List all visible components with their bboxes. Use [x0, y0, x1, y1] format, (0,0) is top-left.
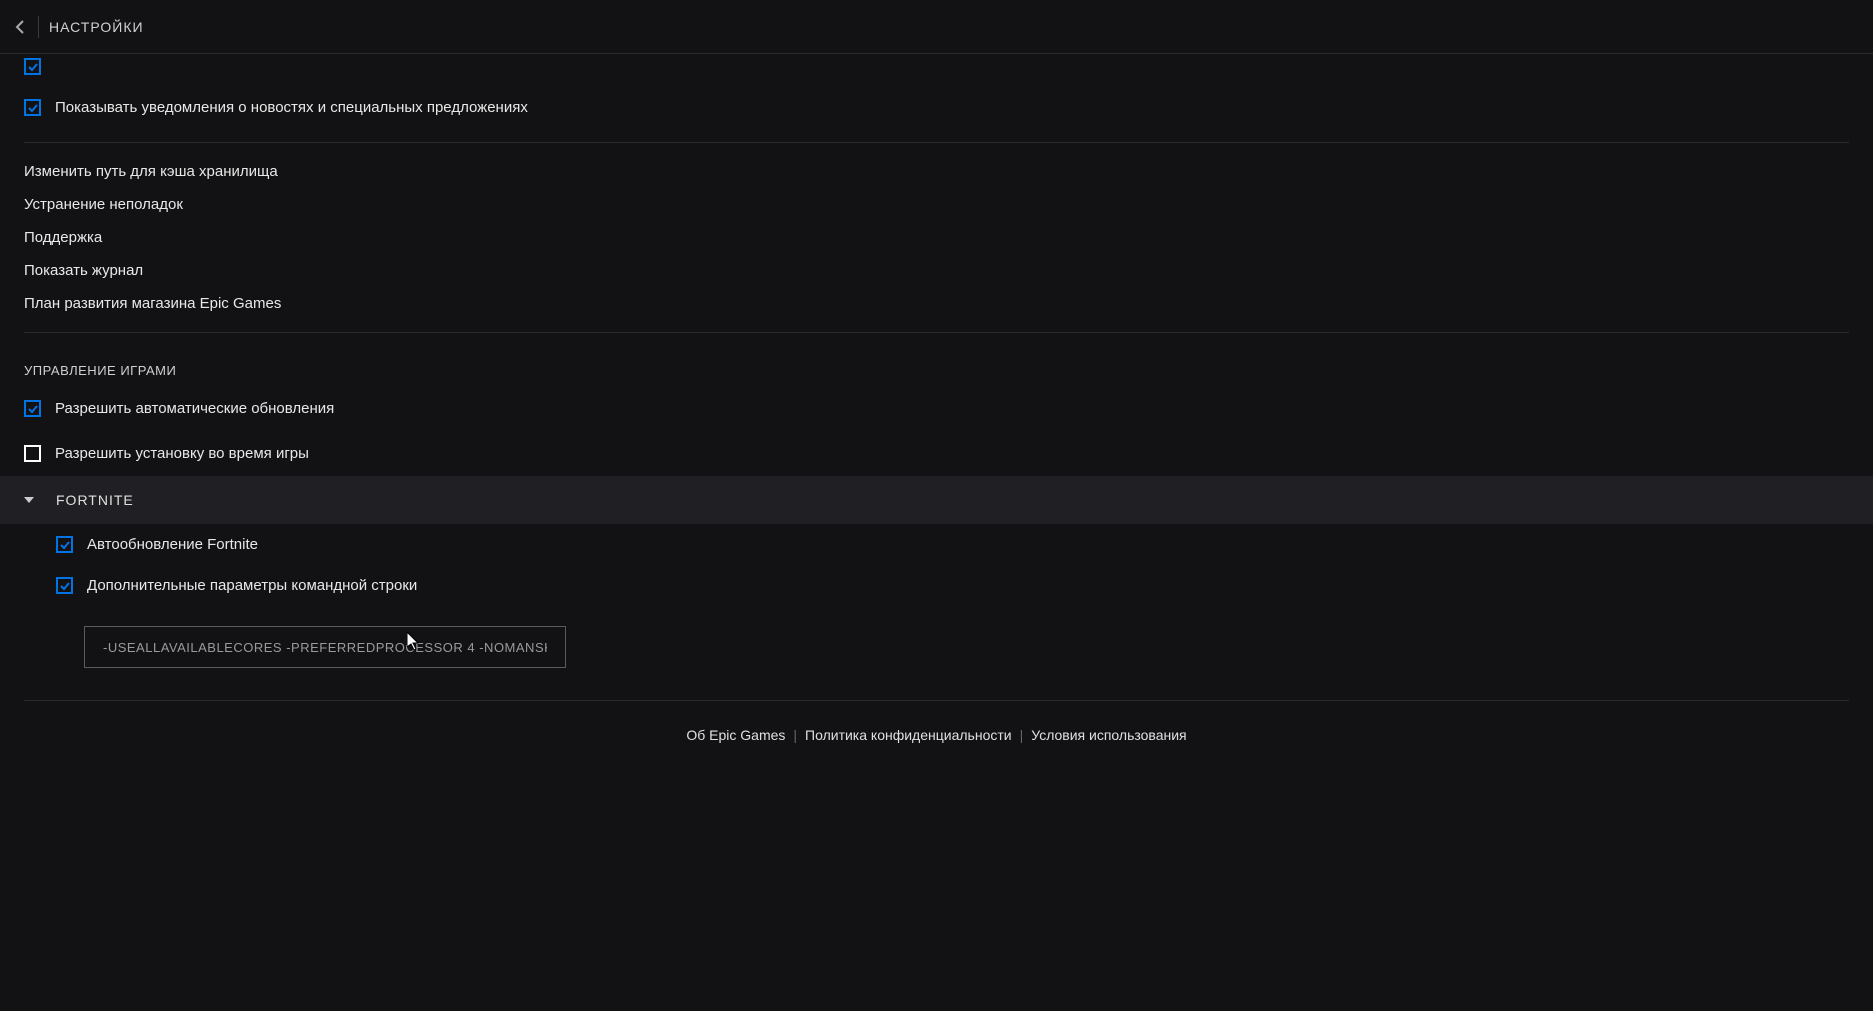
partial-cut-row: [0, 54, 1873, 85]
chevron-left-icon: [15, 19, 25, 35]
checkbox-fortnite-cmdline[interactable]: [56, 577, 73, 594]
divider: [24, 142, 1849, 143]
cmdline-input-wrap: [0, 606, 1873, 688]
label-fortnite-cmdline: Дополнительные параметры командной строк…: [87, 575, 417, 596]
footer-terms[interactable]: Условия использования: [1031, 727, 1186, 743]
game-title-fortnite: FORTNITE: [56, 492, 134, 508]
setting-row-install-while-playing: Разрешить установку во время игры: [0, 431, 1873, 476]
setting-row-auto-updates: Разрешить автоматические обновления: [0, 386, 1873, 431]
footer-separator: |: [1020, 727, 1024, 743]
checkbox-auto-updates[interactable]: [24, 400, 41, 417]
footer-separator: |: [793, 727, 797, 743]
checkbox-fortnite-autoupdate[interactable]: [56, 536, 73, 553]
link-show-log[interactable]: Показать журнал: [0, 254, 1873, 287]
settings-content: Показывать уведомления о новостях и спец…: [0, 54, 1873, 757]
label-news-offers: Показывать уведомления о новостях и спец…: [55, 97, 528, 118]
link-support[interactable]: Поддержка: [0, 221, 1873, 254]
footer-privacy[interactable]: Политика конфиденциальности: [805, 727, 1012, 743]
cmdline-input[interactable]: [84, 626, 566, 668]
link-cache-path[interactable]: Изменить путь для кэша хранилища: [0, 155, 1873, 188]
link-roadmap[interactable]: План развития магазина Epic Games: [0, 287, 1873, 320]
game-header-fortnite[interactable]: FORTNITE: [0, 476, 1873, 524]
label-fortnite-autoupdate: Автообновление Fortnite: [87, 534, 258, 555]
heading-games-management: УПРАВЛЕНИЕ ИГРАМИ: [0, 345, 1873, 386]
footer-about[interactable]: Об Epic Games: [686, 727, 785, 743]
checkbox-install-while-playing[interactable]: [24, 445, 41, 462]
header-bar: НАСТРОЙКИ: [0, 0, 1873, 54]
back-button[interactable]: [8, 15, 32, 39]
setting-row-fortnite-cmdline: Дополнительные параметры командной строк…: [0, 565, 1873, 606]
divider: [24, 700, 1849, 701]
label-install-while-playing: Разрешить установку во время игры: [55, 443, 309, 464]
checkbox-partial[interactable]: [24, 58, 41, 75]
checkbox-news-offers[interactable]: [24, 99, 41, 116]
link-troubleshoot[interactable]: Устранение неполадок: [0, 188, 1873, 221]
footer: Об Epic Games | Политика конфиденциально…: [0, 713, 1873, 757]
header-divider: [38, 16, 39, 38]
page-title: НАСТРОЙКИ: [49, 19, 144, 35]
divider: [24, 332, 1849, 333]
setting-row-fortnite-autoupdate: Автообновление Fortnite: [0, 524, 1873, 565]
caret-down-icon: [24, 497, 34, 503]
label-auto-updates: Разрешить автоматические обновления: [55, 398, 334, 419]
setting-row-news-offers: Показывать уведомления о новостях и спец…: [0, 85, 1873, 130]
